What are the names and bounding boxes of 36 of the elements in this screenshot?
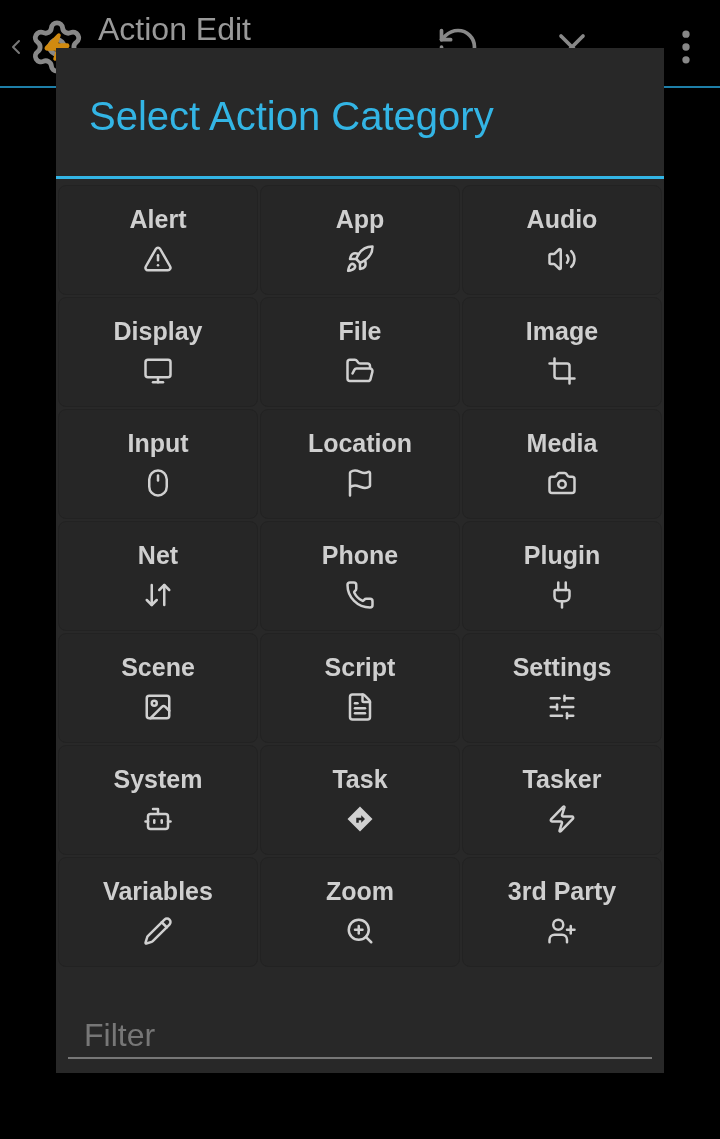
category-tile[interactable]: Settings	[462, 633, 662, 743]
crop-icon	[547, 356, 577, 386]
sliders-icon	[547, 692, 577, 722]
filter-field[interactable]: Filter	[68, 1013, 652, 1059]
lightning-icon	[547, 804, 577, 834]
category-tile[interactable]: Location	[260, 409, 460, 519]
category-tile[interactable]: System	[58, 745, 258, 855]
category-tile[interactable]: Net	[58, 521, 258, 631]
category-tile[interactable]: Image	[462, 297, 662, 407]
category-tile[interactable]: Tasker	[462, 745, 662, 855]
category-tile[interactable]: Display	[58, 297, 258, 407]
category-tile[interactable]: Script	[260, 633, 460, 743]
category-tile[interactable]: Variables	[58, 857, 258, 967]
add-user-icon	[547, 916, 577, 946]
category-tile[interactable]: Phone	[260, 521, 460, 631]
category-tile[interactable]: File	[260, 297, 460, 407]
diamond-arrow-icon	[345, 804, 375, 834]
zoom-icon	[345, 916, 375, 946]
category-tile[interactable]: Media	[462, 409, 662, 519]
category-tile[interactable]: Scene	[58, 633, 258, 743]
screen-title: Action Edit	[98, 10, 251, 48]
category-tile[interactable]: Plugin	[462, 521, 662, 631]
category-tile[interactable]: Input	[58, 409, 258, 519]
category-tile[interactable]: Alert	[58, 185, 258, 295]
image-icon	[143, 692, 173, 722]
category-tile[interactable]: Audio	[462, 185, 662, 295]
pencil-icon	[143, 916, 173, 946]
category-tile[interactable]: Zoom	[260, 857, 460, 967]
warning-icon	[143, 244, 173, 274]
category-tile[interactable]: Task	[260, 745, 460, 855]
rocket-icon	[345, 244, 375, 274]
phone-icon	[345, 580, 375, 610]
dialog-title: Select Action Category	[88, 93, 495, 140]
monitor-icon	[143, 356, 173, 386]
category-tile[interactable]: App	[260, 185, 460, 295]
category-tile[interactable]: 3rd Party	[462, 857, 662, 967]
